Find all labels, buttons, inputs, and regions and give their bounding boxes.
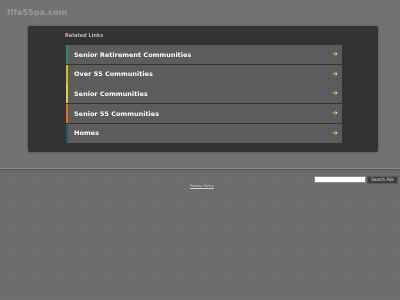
link-color-stripe <box>66 104 68 124</box>
related-link-label: Senior Retirement Communities <box>74 50 192 59</box>
search-ads-button[interactable]: Search Ads <box>367 176 398 184</box>
related-links-title: Related Links <box>65 33 104 39</box>
related-link-label: Homes <box>74 129 99 138</box>
related-links-panel: Related Links Senior Retirement Communit… <box>28 26 378 152</box>
right-arrow-icon: ➔ <box>332 109 338 118</box>
related-link-homes[interactable]: Homes ➔ <box>66 123 342 143</box>
link-color-stripe <box>66 45 68 64</box>
related-link-label: Senior 55 Communities <box>74 109 160 118</box>
right-arrow-icon: ➔ <box>332 89 338 98</box>
related-link-label: Over 55 Communities <box>74 70 153 79</box>
link-color-stripe <box>66 84 68 104</box>
right-arrow-icon: ➔ <box>332 69 338 78</box>
related-link-over-55-communities[interactable]: Over 55 Communities ➔ <box>66 64 342 84</box>
search-input[interactable] <box>314 176 366 183</box>
right-arrow-icon: ➔ <box>332 50 338 58</box>
right-arrow-icon: ➔ <box>332 128 338 137</box>
link-color-stripe <box>66 123 68 143</box>
related-link-label: Senior Communities <box>74 89 148 98</box>
related-link-senior-communities[interactable]: Senior Communities ➔ <box>66 84 342 104</box>
domain-title: fifa55pa.com <box>7 8 68 17</box>
related-link-senior-55-communities[interactable]: Senior 55 Communities ➔ <box>66 104 342 124</box>
privacy-policy-link[interactable]: Privacy Policy <box>190 184 214 188</box>
related-link-senior-retirement-communities[interactable]: Senior Retirement Communities ➔ <box>66 45 342 64</box>
link-color-stripe <box>66 64 68 84</box>
header-band: fifa55pa.com Related Links Senior Retire… <box>0 0 400 169</box>
related-links-list: Senior Retirement Communities ➔ Over 55 … <box>66 45 342 143</box>
